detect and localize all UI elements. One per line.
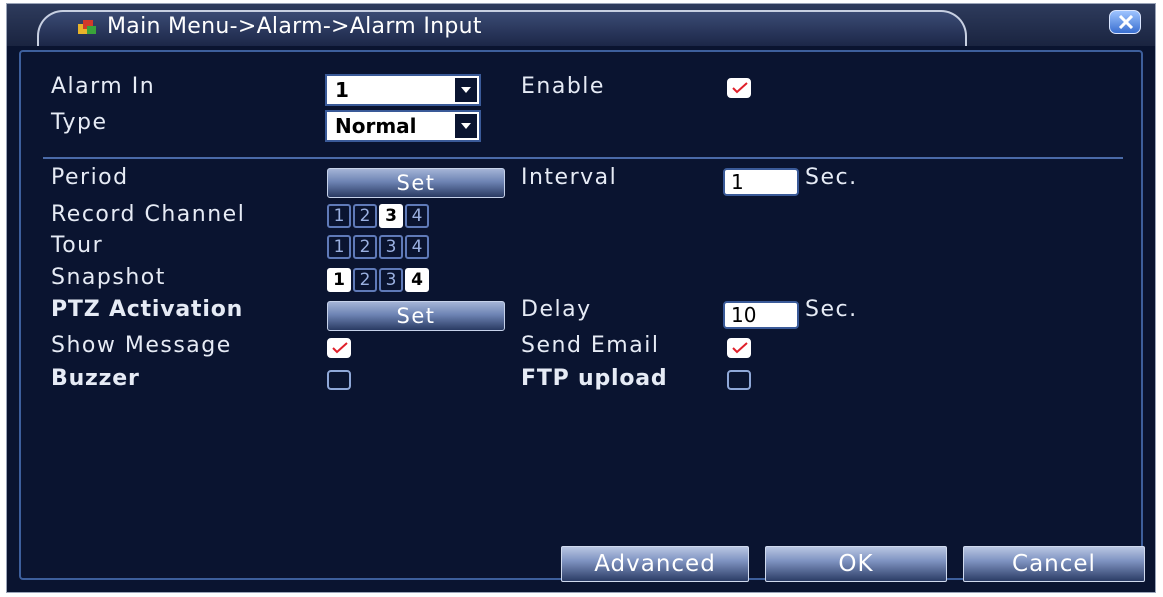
section-divider (43, 157, 1123, 159)
period-label: Period (51, 165, 129, 190)
snapshot-channel-4[interactable]: 4 (405, 268, 429, 292)
ftp-upload-label: FTP upload (521, 366, 668, 391)
close-button[interactable] (1109, 10, 1141, 34)
show-message-label: Show Message (51, 333, 232, 358)
check-icon (732, 82, 748, 94)
ftp-upload-checkbox[interactable] (727, 370, 751, 390)
record-channel-2[interactable]: 2 (353, 204, 377, 228)
tour-channel-2[interactable]: 2 (353, 235, 377, 259)
record-channel-4[interactable]: 4 (405, 204, 429, 228)
enable-label: Enable (521, 74, 605, 99)
ptz-set-button[interactable]: Set (327, 301, 505, 331)
send-email-checkbox[interactable] (727, 338, 751, 358)
content-panel: Alarm In 1 Enable Type Normal Period Set… (19, 50, 1145, 582)
alarm-input-window: Main Menu->Alarm->Alarm Input Alarm In 1… (6, 3, 1156, 593)
alarm-in-label: Alarm In (51, 74, 156, 99)
record-channel-1[interactable]: 1 (327, 204, 351, 228)
title-bar: Main Menu->Alarm->Alarm Input (7, 4, 1155, 46)
ok-button[interactable]: OK (765, 546, 947, 582)
alarm-in-value: 1 (335, 78, 349, 102)
buzzer-checkbox[interactable] (327, 370, 351, 390)
tour-channel-1[interactable]: 1 (327, 235, 351, 259)
type-label: Type (51, 110, 108, 135)
delay-input[interactable]: 10 (723, 301, 799, 329)
chevron-down-icon (453, 78, 477, 102)
close-icon (1118, 15, 1134, 29)
enable-checkbox[interactable] (727, 78, 751, 98)
snapshot-channel-2[interactable]: 2 (353, 268, 377, 292)
snapshot-label: Snapshot (51, 265, 166, 290)
check-icon (332, 342, 348, 354)
interval-input[interactable]: 1 (723, 168, 799, 196)
tour-label: Tour (51, 233, 104, 258)
show-message-checkbox[interactable] (327, 338, 351, 358)
type-value: Normal (335, 114, 417, 138)
record-channel-3[interactable]: 3 (379, 204, 403, 228)
buzzer-label: Buzzer (51, 366, 140, 391)
interval-unit: Sec. (805, 165, 858, 190)
tour-channel-4[interactable]: 4 (405, 235, 429, 259)
chevron-down-icon (453, 114, 477, 138)
cancel-button[interactable]: Cancel (963, 546, 1145, 582)
send-email-label: Send Email (521, 333, 660, 358)
check-icon (732, 342, 748, 354)
snapshot-channel-1[interactable]: 1 (327, 268, 351, 292)
delay-label: Delay (521, 297, 592, 322)
period-set-button[interactable]: Set (327, 168, 505, 198)
advanced-button[interactable]: Advanced (561, 546, 749, 582)
record-channel-group: 1 2 3 4 (327, 204, 429, 228)
snapshot-channel-3[interactable]: 3 (379, 268, 403, 292)
record-channel-label: Record Channel (51, 202, 246, 227)
interval-label: Interval (521, 165, 618, 190)
delay-unit: Sec. (805, 297, 858, 322)
type-select[interactable]: Normal (325, 110, 481, 142)
snapshot-group: 1 2 3 4 (327, 268, 429, 292)
ptz-activation-label: PTZ Activation (51, 297, 244, 322)
alarm-in-select[interactable]: 1 (325, 74, 481, 106)
window-title: Main Menu->Alarm->Alarm Input (107, 14, 482, 39)
alarm-menu-icon (77, 18, 97, 36)
tour-group: 1 2 3 4 (327, 235, 429, 259)
tour-channel-3[interactable]: 3 (379, 235, 403, 259)
